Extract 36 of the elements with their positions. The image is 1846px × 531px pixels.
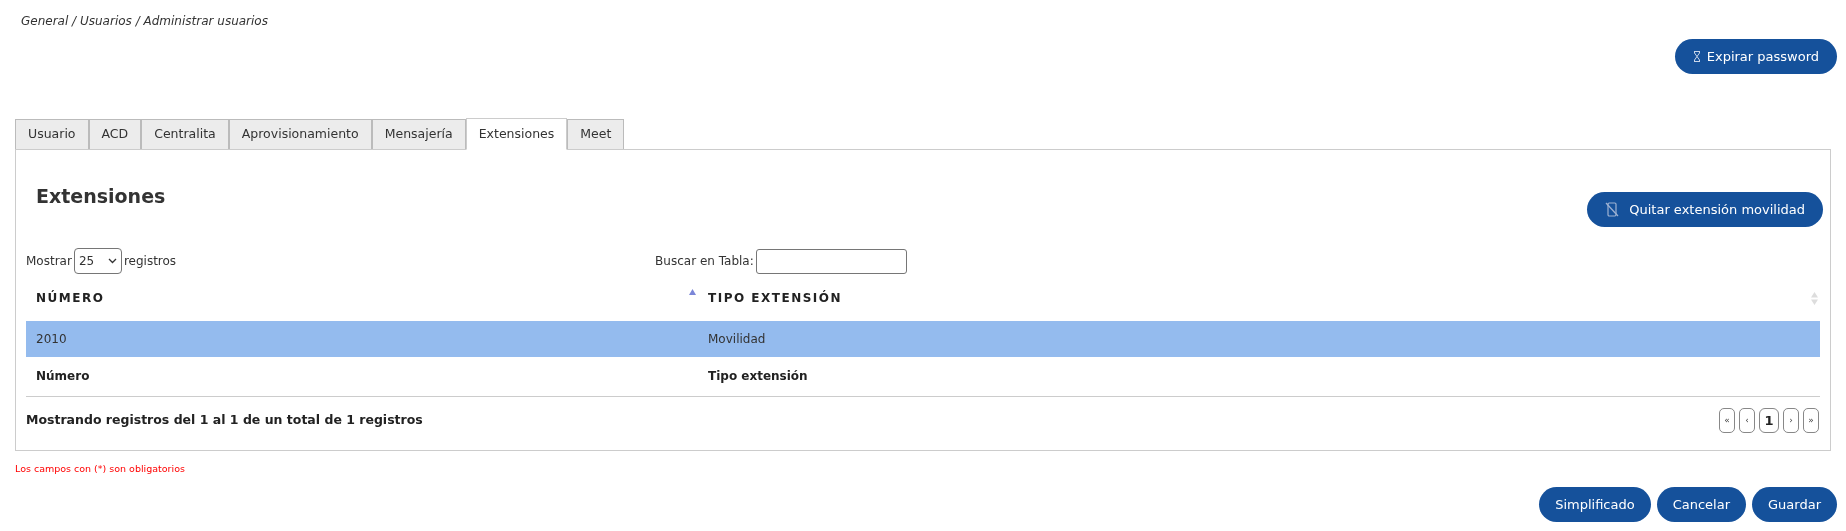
page-button[interactable]: » — [1803, 408, 1819, 433]
hourglass-icon — [1692, 51, 1701, 62]
tab[interactable]: Centralita — [141, 119, 229, 149]
page-button[interactable]: « — [1719, 408, 1735, 433]
records-info: Mostrando registros del 1 al 1 de un total de 1 registros — [26, 411, 423, 430]
table-cell: 2010 — [26, 321, 698, 357]
tab[interactable]: ACD — [88, 119, 142, 149]
column-header[interactable]: TIPO EXTENSIÓN — [708, 289, 843, 307]
search-label: Buscar en Tabla: — [655, 253, 754, 270]
tab[interactable]: Extensiones — [465, 118, 568, 150]
caret-icon — [107, 258, 117, 264]
show-label: Mostrar — [26, 253, 72, 270]
page-button[interactable]: › — [1783, 408, 1799, 433]
form-button[interactable]: Cancelar — [1656, 487, 1747, 522]
column-footer: Número — [26, 357, 698, 396]
tab[interactable]: Usuario — [15, 119, 89, 149]
table-cell: Movilidad — [698, 321, 1820, 357]
tab[interactable]: Meet — [567, 119, 625, 149]
page-button[interactable]: 1 — [1759, 408, 1779, 433]
page-length-select[interactable]: 25 — [73, 248, 122, 274]
expire-password-button[interactable]: Expirar password — [1674, 39, 1837, 74]
panel-title: Extensiones — [36, 184, 166, 209]
sort-ascending-icon[interactable] — [689, 289, 696, 295]
tab[interactable]: Aprovisionamiento — [228, 119, 372, 149]
search-field[interactable] — [755, 248, 907, 274]
form-button[interactable]: Guardar — [1752, 487, 1837, 522]
page-button[interactable]: ‹ — [1739, 408, 1755, 433]
remove-mobility-extension-button[interactable]: Quitar extensión movilidad — [1587, 192, 1823, 227]
column-footer: Tipo extensión — [698, 357, 1820, 396]
phone-off-icon — [1605, 202, 1620, 217]
records-label: registros — [123, 253, 177, 270]
tab[interactable]: Mensajería — [371, 119, 466, 149]
column-header[interactable]: NÚMERO — [36, 289, 105, 307]
form-button[interactable]: Simplificado — [1539, 487, 1651, 522]
required-note: Los campos con (*) son obligatorios — [15, 463, 185, 474]
breadcrumb: General / Usuarios / Administrar usuarios — [21, 14, 268, 28]
